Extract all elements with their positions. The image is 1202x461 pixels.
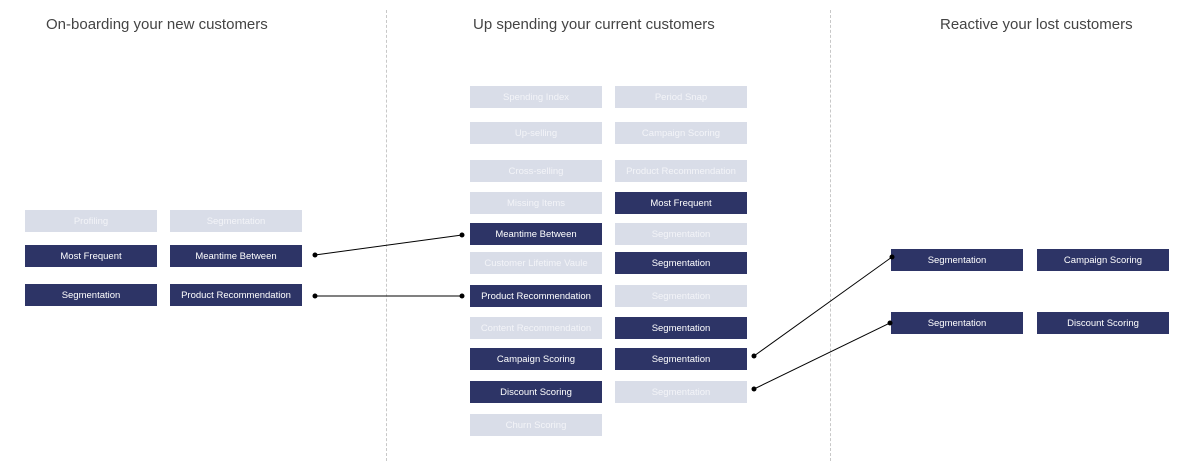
link-meantime-to-most-frequent: [312, 232, 465, 258]
link-product-rec-to-segmentation: [312, 293, 465, 299]
connector-lines: [312, 232, 895, 392]
link-campaign-to-segmentation: [751, 254, 895, 359]
link-discount-to-segmentation: [751, 320, 893, 392]
